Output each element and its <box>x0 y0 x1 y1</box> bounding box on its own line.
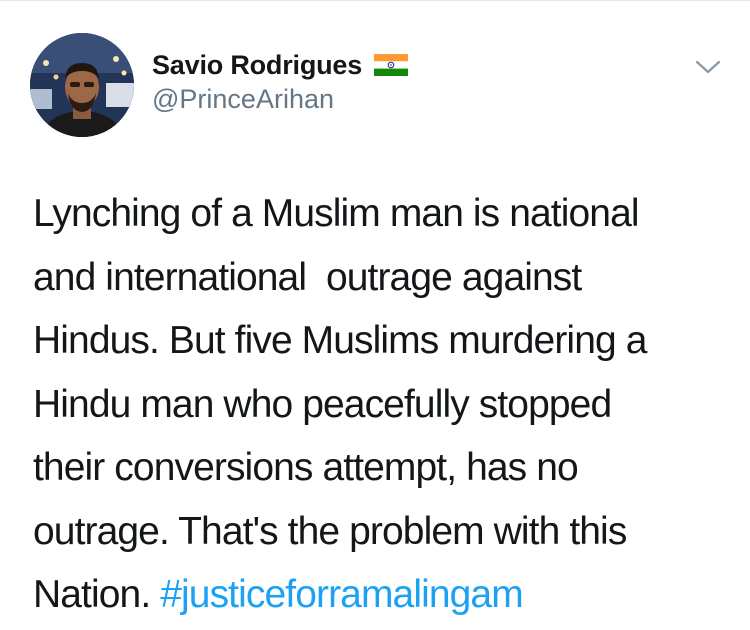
tweet-text-line: their conversions attempt, has no <box>33 446 579 489</box>
tweet-text-line: outrage. That's the problem with this <box>33 509 627 553</box>
tweet-text-line: Nation. <box>33 573 161 616</box>
tweet-text-line: Hindu man who peacefully stopped <box>33 382 612 426</box>
author-name-row: Savio Rodrigues <box>152 48 409 82</box>
user-handle[interactable]: @PrinceArihan <box>152 84 334 115</box>
display-name[interactable]: Savio Rodrigues <box>152 50 362 81</box>
hashtag-link[interactable]: #justiceforramalingam <box>160 573 523 616</box>
tweet-text-line: Lynching of a Muslim man is national <box>33 192 640 235</box>
tweet-text-last-line: Nation. #justiceforramalingam <box>33 563 723 627</box>
avatar[interactable] <box>30 33 134 137</box>
tweet-text-line: Hindus. But five Muslims murdering a <box>33 319 647 362</box>
avatar-photo <box>30 33 134 137</box>
tweet-text: Lynching of a Muslim man is national and… <box>33 182 723 627</box>
india-flag-icon <box>374 54 409 76</box>
tweet: Savio Rodrigues @PrinceArihan Lynching o… <box>0 0 750 630</box>
chevron-down-icon[interactable] <box>694 56 722 78</box>
tweet-text-line: and international outrage against <box>33 255 582 299</box>
